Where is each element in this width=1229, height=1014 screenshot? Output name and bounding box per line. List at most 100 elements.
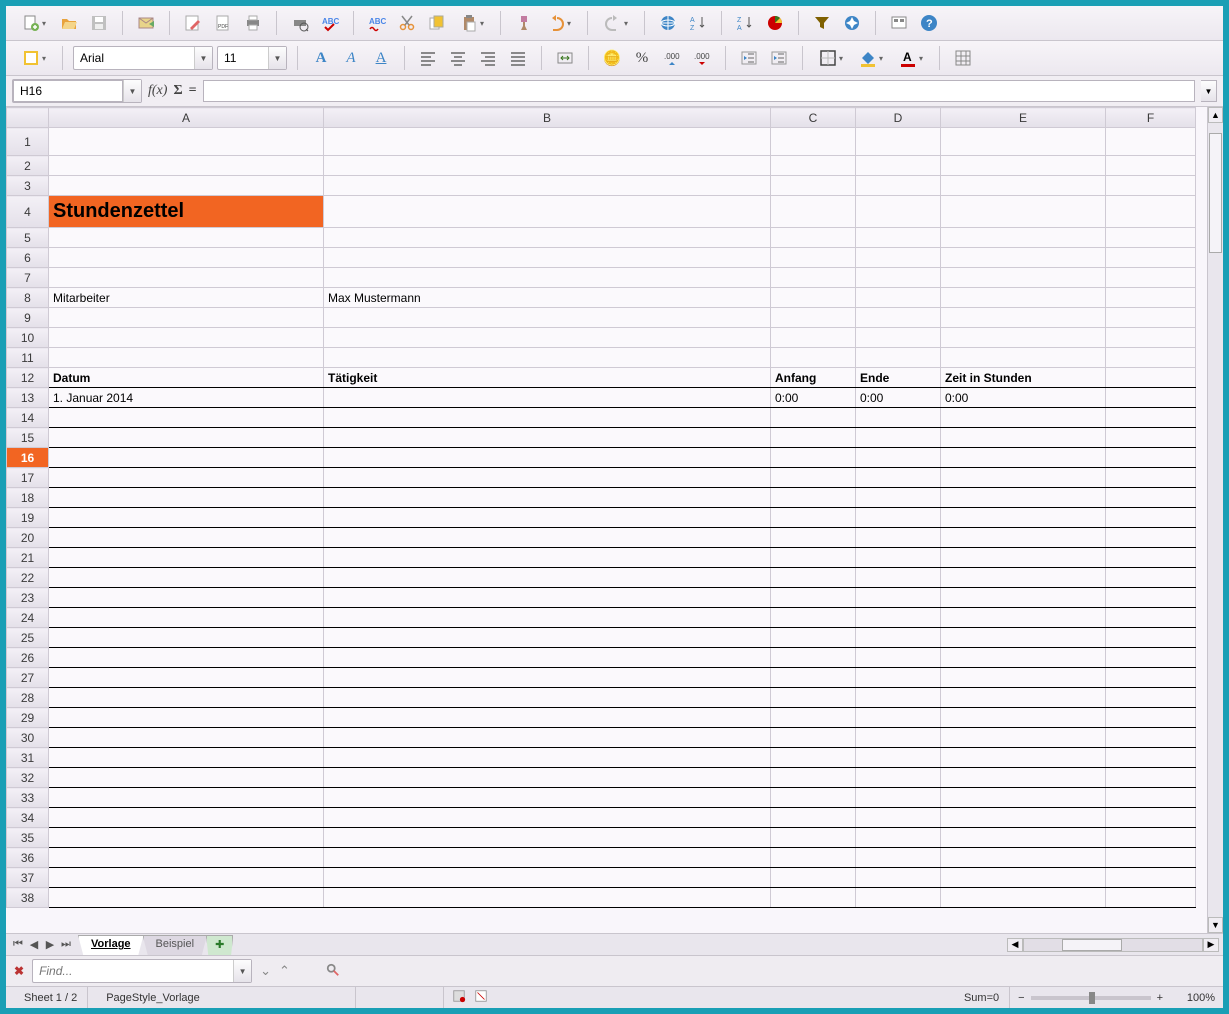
edit-mode-button[interactable]	[180, 10, 206, 36]
tab-last-icon[interactable]: ⏭	[58, 938, 74, 951]
cell-A5[interactable]	[49, 228, 324, 248]
cell-F5[interactable]	[1106, 228, 1196, 248]
row-header-28[interactable]: 28	[7, 688, 49, 708]
cell-E29[interactable]	[941, 708, 1106, 728]
cell-C37[interactable]	[771, 868, 856, 888]
cell-C27[interactable]	[771, 668, 856, 688]
spellcheck-button[interactable]: ABC	[317, 10, 343, 36]
cell-D34[interactable]	[856, 808, 941, 828]
name-box-dropdown[interactable]: ▼	[123, 80, 141, 102]
row-header-21[interactable]: 21	[7, 548, 49, 568]
signature-icon[interactable]	[474, 989, 488, 1006]
tab-first-icon[interactable]: ⏮	[10, 938, 26, 951]
cell-B24[interactable]	[324, 608, 771, 628]
row-header-23[interactable]: 23	[7, 588, 49, 608]
cell-D16[interactable]	[856, 448, 941, 468]
autospell-button[interactable]: ABC	[364, 10, 390, 36]
cell-F3[interactable]	[1106, 176, 1196, 196]
vscroll-thumb[interactable]	[1209, 133, 1222, 253]
navigator-button[interactable]	[839, 10, 865, 36]
cell-E2[interactable]	[941, 156, 1106, 176]
cell-F19[interactable]	[1106, 508, 1196, 528]
row-header-3[interactable]: 3	[7, 176, 49, 196]
cell-D20[interactable]	[856, 528, 941, 548]
cell-F13[interactable]	[1106, 388, 1196, 408]
cell-F18[interactable]	[1106, 488, 1196, 508]
cell-F7[interactable]	[1106, 268, 1196, 288]
row-header-6[interactable]: 6	[7, 248, 49, 268]
decrease-indent-button[interactable]	[736, 45, 762, 71]
cell-B14[interactable]	[324, 408, 771, 428]
print-preview-button[interactable]	[287, 10, 313, 36]
cell-E36[interactable]	[941, 848, 1106, 868]
cell-C4[interactable]	[771, 196, 856, 228]
underline-button[interactable]: A	[368, 45, 394, 71]
cell-C14[interactable]	[771, 408, 856, 428]
row-header-9[interactable]: 9	[7, 308, 49, 328]
cell-A21[interactable]	[49, 548, 324, 568]
cell-F25[interactable]	[1106, 628, 1196, 648]
cell-F9[interactable]	[1106, 308, 1196, 328]
cell-C12[interactable]: Anfang	[771, 368, 856, 388]
cell-E3[interactable]	[941, 176, 1106, 196]
gallery-button[interactable]	[886, 10, 912, 36]
cell-E17[interactable]	[941, 468, 1106, 488]
help-button[interactable]: ?	[916, 10, 942, 36]
cell-E24[interactable]	[941, 608, 1106, 628]
cell-D2[interactable]	[856, 156, 941, 176]
row-header-15[interactable]: 15	[7, 428, 49, 448]
cell-F30[interactable]	[1106, 728, 1196, 748]
cell-B4[interactable]	[324, 196, 771, 228]
email-doc-button[interactable]	[133, 10, 159, 36]
cell-A28[interactable]	[49, 688, 324, 708]
cell-F6[interactable]	[1106, 248, 1196, 268]
font-size-dropdown[interactable]: ▼	[268, 47, 286, 69]
row-header-38[interactable]: 38	[7, 888, 49, 908]
find-all-icon[interactable]	[326, 963, 340, 980]
cell-B29[interactable]	[324, 708, 771, 728]
cell-F15[interactable]	[1106, 428, 1196, 448]
cell-A4[interactable]: Stundenzettel	[49, 196, 324, 228]
row-header-29[interactable]: 29	[7, 708, 49, 728]
cell-E1[interactable]	[941, 128, 1106, 156]
cell-A38[interactable]	[49, 888, 324, 908]
cell-A6[interactable]	[49, 248, 324, 268]
cell-F20[interactable]	[1106, 528, 1196, 548]
row-header-20[interactable]: 20	[7, 528, 49, 548]
cell-B15[interactable]	[324, 428, 771, 448]
cell-E22[interactable]	[941, 568, 1106, 588]
cell-C32[interactable]	[771, 768, 856, 788]
cell-E27[interactable]	[941, 668, 1106, 688]
cell-A13[interactable]: 1. Januar 2014	[49, 388, 324, 408]
align-left-button[interactable]	[415, 45, 441, 71]
align-right-button[interactable]	[475, 45, 501, 71]
currency-button[interactable]: 🪙	[599, 45, 625, 71]
cell-B10[interactable]	[324, 328, 771, 348]
row-header-35[interactable]: 35	[7, 828, 49, 848]
grid-button[interactable]	[950, 45, 976, 71]
row-header-25[interactable]: 25	[7, 628, 49, 648]
cell-B31[interactable]	[324, 748, 771, 768]
row-header-36[interactable]: 36	[7, 848, 49, 868]
cell-B12[interactable]: Tätigkeit	[324, 368, 771, 388]
row-header-11[interactable]: 11	[7, 348, 49, 368]
cell-C17[interactable]	[771, 468, 856, 488]
cell-C20[interactable]	[771, 528, 856, 548]
justify-button[interactable]	[505, 45, 531, 71]
filter-button[interactable]	[809, 10, 835, 36]
col-header-C[interactable]: C	[771, 108, 856, 128]
cell-B34[interactable]	[324, 808, 771, 828]
cell-F33[interactable]	[1106, 788, 1196, 808]
cell-E15[interactable]	[941, 428, 1106, 448]
cell-B9[interactable]	[324, 308, 771, 328]
cell-C15[interactable]	[771, 428, 856, 448]
cell-A32[interactable]	[49, 768, 324, 788]
cell-B30[interactable]	[324, 728, 771, 748]
cell-B35[interactable]	[324, 828, 771, 848]
cell-A18[interactable]	[49, 488, 324, 508]
cell-B11[interactable]	[324, 348, 771, 368]
cell-A14[interactable]	[49, 408, 324, 428]
increase-indent-button[interactable]	[766, 45, 792, 71]
scroll-down-button[interactable]: ▼	[1208, 917, 1223, 933]
cell-D18[interactable]	[856, 488, 941, 508]
